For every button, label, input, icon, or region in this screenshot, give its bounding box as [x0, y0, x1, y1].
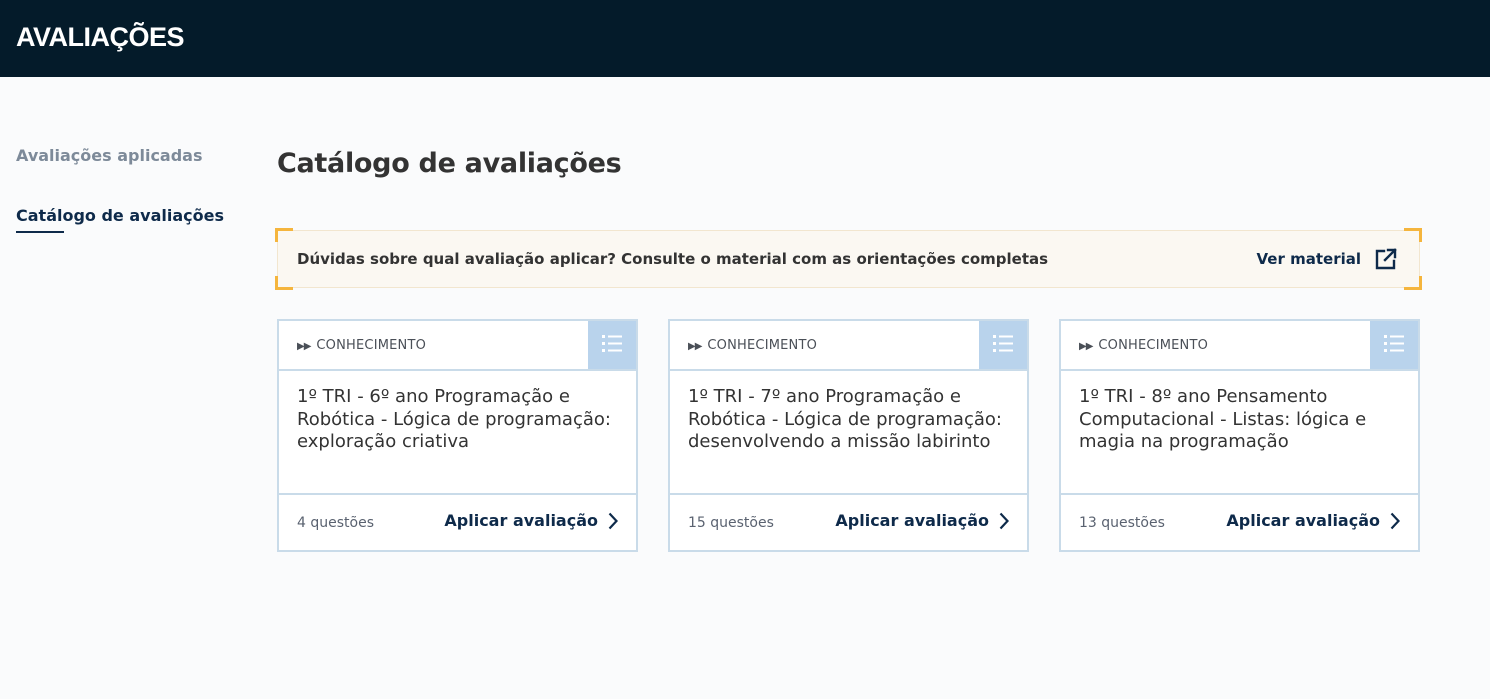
- double-play-icon: ▶▶: [1079, 341, 1093, 352]
- assessment-card: ▶▶ CONHECIMENTO 1º TRI - 6º ano Programaç…: [277, 319, 638, 552]
- card-details-button[interactable]: [979, 321, 1027, 369]
- apply-assessment-button[interactable]: Aplicar avaliação: [835, 511, 1009, 530]
- card-footer: 15 questões Aplicar avaliação: [670, 493, 1027, 550]
- banner-corner: [275, 276, 293, 290]
- card-type: ▶▶ CONHECIMENTO: [1079, 338, 1208, 353]
- apply-assessment-button[interactable]: Aplicar avaliação: [444, 511, 618, 530]
- banner-corner: [1404, 228, 1422, 242]
- view-material-label: Ver material: [1256, 250, 1361, 268]
- banner-corner: [275, 228, 293, 242]
- list-icon: [1384, 335, 1404, 352]
- card-details-button[interactable]: [588, 321, 636, 369]
- card-header: ▶▶ CONHECIMENTO: [1061, 321, 1418, 371]
- card-type-label: CONHECIMENTO: [707, 338, 818, 353]
- card-footer: 4 questões Aplicar avaliação: [279, 493, 636, 550]
- sidebar-item-assessment-catalog[interactable]: Catálogo de avaliações: [16, 206, 246, 233]
- assessment-card: ▶▶ CONHECIMENTO 1º TRI - 7º ano Programaç…: [668, 319, 1029, 552]
- double-play-icon: ▶▶: [297, 341, 311, 352]
- card-details-button[interactable]: [1370, 321, 1418, 369]
- apply-assessment-label: Aplicar avaliação: [444, 511, 598, 530]
- top-bar: AVALIAÇÕES: [0, 0, 1490, 77]
- apply-assessment-label: Aplicar avaliação: [1226, 511, 1380, 530]
- question-count: 13 questões: [1079, 515, 1165, 531]
- banner-text: Dúvidas sobre qual avaliação aplicar? Co…: [297, 250, 1049, 268]
- card-type: ▶▶ CONHECIMENTO: [297, 338, 426, 353]
- double-play-icon: ▶▶: [688, 341, 702, 352]
- chevron-right-icon: [999, 512, 1009, 529]
- question-count: 4 questões: [297, 515, 374, 531]
- sidebar-item-applied-assessments[interactable]: Avaliações aplicadas: [16, 146, 246, 165]
- card-type-label: CONHECIMENTO: [1098, 338, 1209, 353]
- app-title: AVALIAÇÕES: [16, 22, 185, 52]
- card-footer: 13 questões Aplicar avaliação: [1061, 493, 1418, 550]
- assessment-card: ▶▶ CONHECIMENTO 1º TRI - 8º ano Pensament…: [1059, 319, 1420, 552]
- card-title: 1º TRI - 6º ano Programação e Robótica -…: [297, 386, 611, 452]
- view-material-link[interactable]: Ver material: [1257, 246, 1399, 272]
- apply-assessment-button[interactable]: Aplicar avaliação: [1226, 511, 1400, 530]
- list-icon: [993, 335, 1013, 352]
- page-title: Catálogo de avaliações: [277, 148, 622, 179]
- list-icon: [602, 335, 622, 352]
- card-title: 1º TRI - 8º ano Pensamento Computacional…: [1079, 386, 1367, 452]
- card-type-label: CONHECIMENTO: [316, 338, 427, 353]
- card-header: ▶▶ CONHECIMENTO: [670, 321, 1027, 371]
- sidebar: Avaliações aplicadas Catálogo de avaliaç…: [16, 146, 246, 266]
- chevron-right-icon: [608, 512, 618, 529]
- card-title: 1º TRI - 7º ano Programação e Robótica -…: [688, 386, 1002, 452]
- external-link-icon: [1375, 248, 1397, 270]
- info-banner: Dúvidas sobre qual avaliação aplicar? Co…: [275, 228, 1422, 290]
- card-header: ▶▶ CONHECIMENTO: [279, 321, 636, 371]
- card-type: ▶▶ CONHECIMENTO: [688, 338, 817, 353]
- question-count: 15 questões: [688, 515, 774, 531]
- banner-corner: [1404, 276, 1422, 290]
- apply-assessment-label: Aplicar avaliação: [835, 511, 989, 530]
- chevron-right-icon: [1390, 512, 1400, 529]
